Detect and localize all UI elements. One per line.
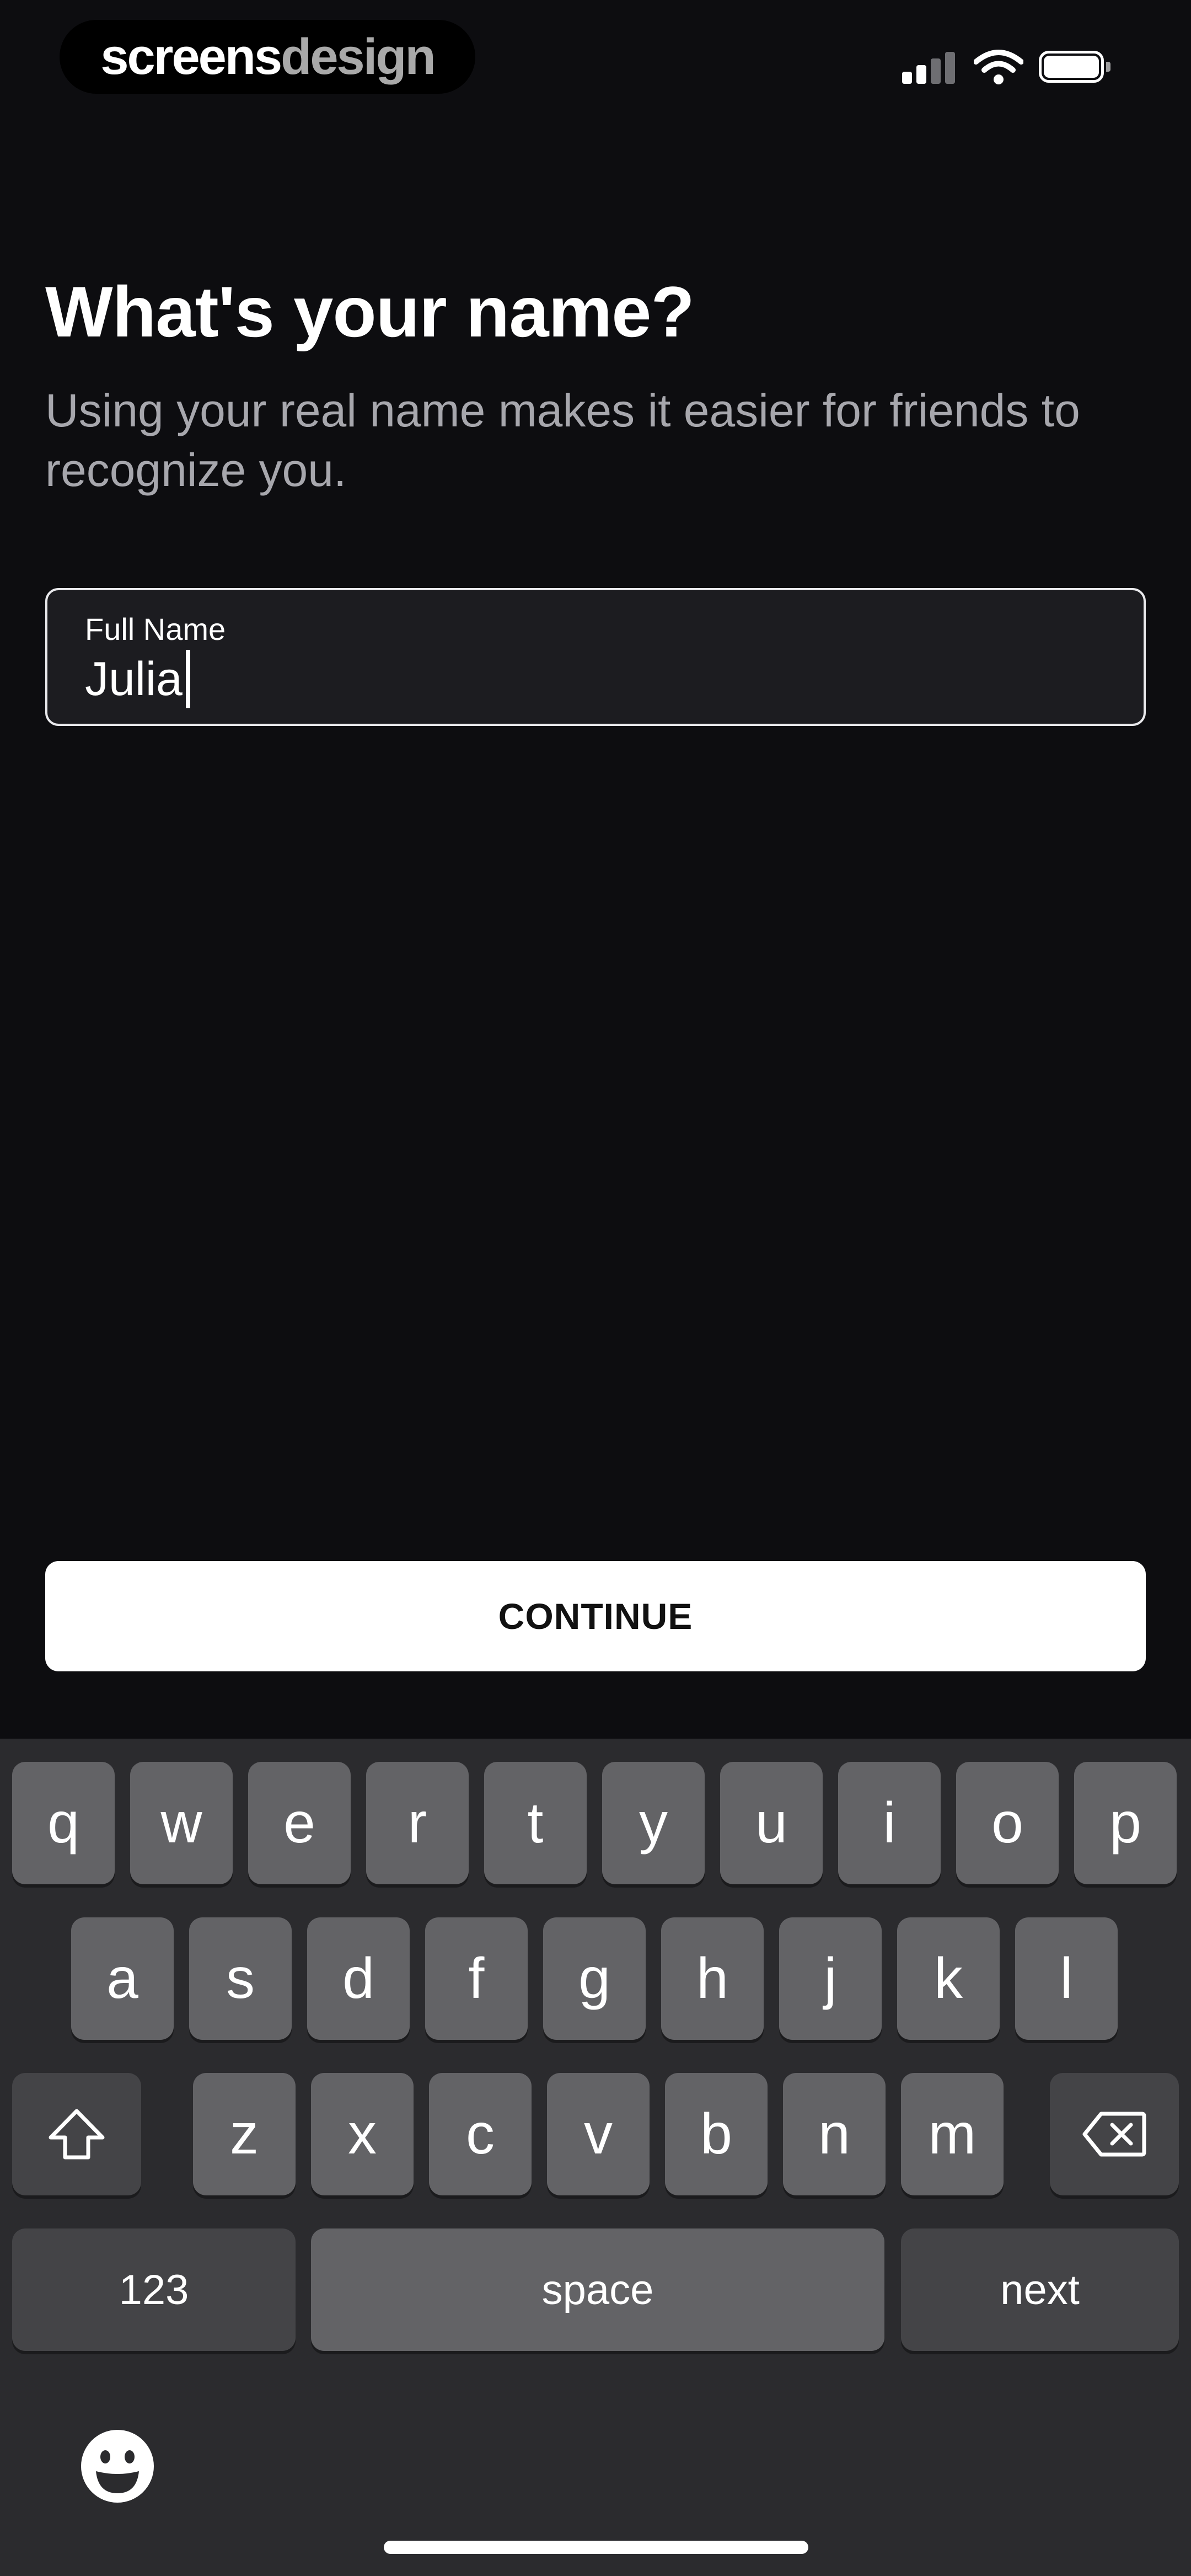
- key-g[interactable]: g: [543, 1917, 646, 2040]
- key-x[interactable]: x: [311, 2073, 414, 2195]
- key-a[interactable]: a: [71, 1917, 174, 2040]
- key-n[interactable]: n: [783, 2073, 886, 2195]
- key-c[interactable]: c: [429, 2073, 532, 2195]
- key-j[interactable]: j: [779, 1917, 882, 2040]
- key-e[interactable]: e: [248, 1762, 351, 1884]
- key-h[interactable]: h: [661, 1917, 764, 2040]
- key-u[interactable]: u: [720, 1762, 823, 1884]
- cellular-signal-icon: [902, 51, 957, 84]
- key-l[interactable]: l: [1015, 1917, 1118, 2040]
- shift-icon: [49, 2109, 105, 2160]
- backspace-icon: [1082, 2112, 1146, 2157]
- space-key[interactable]: space: [311, 2228, 884, 2351]
- full-name-field[interactable]: Full Name Julia: [45, 588, 1146, 726]
- key-t[interactable]: t: [484, 1762, 587, 1884]
- key-b[interactable]: b: [665, 2073, 768, 2195]
- key-f[interactable]: f: [425, 1917, 528, 2040]
- brand-logo: screens design: [60, 20, 475, 94]
- key-w[interactable]: w: [130, 1762, 233, 1884]
- key-v[interactable]: v: [547, 2073, 650, 2195]
- key-i[interactable]: i: [838, 1762, 941, 1884]
- battery-icon: [1039, 51, 1114, 84]
- key-d[interactable]: d: [307, 1917, 410, 2040]
- page-title: What's your name?: [45, 271, 695, 352]
- text-caret: [185, 650, 190, 708]
- next-key[interactable]: next: [901, 2228, 1179, 2351]
- key-o[interactable]: o: [956, 1762, 1059, 1884]
- key-p[interactable]: p: [1074, 1762, 1177, 1884]
- page-subtitle: Using your real name makes it easier for…: [45, 384, 1080, 496]
- key-s[interactable]: s: [189, 1917, 292, 2040]
- continue-button[interactable]: CONTINUE: [45, 1561, 1146, 1671]
- brand-logo-part2: design: [281, 28, 436, 85]
- key-z[interactable]: z: [193, 2073, 296, 2195]
- numbers-key[interactable]: 123: [12, 2228, 296, 2351]
- full-name-value: Julia: [85, 652, 183, 706]
- key-y[interactable]: y: [602, 1762, 705, 1884]
- wifi-icon: [974, 50, 1023, 84]
- home-indicator: [384, 2541, 808, 2554]
- backspace-key[interactable]: [1050, 2073, 1179, 2195]
- emoji-icon[interactable]: [79, 2428, 155, 2504]
- shift-key[interactable]: [12, 2073, 141, 2195]
- full-name-input[interactable]: Julia: [85, 650, 190, 708]
- brand-logo-part1: screens: [100, 28, 282, 85]
- key-k[interactable]: k: [897, 1917, 1000, 2040]
- key-m[interactable]: m: [901, 2073, 1004, 2195]
- key-q[interactable]: q: [12, 1762, 115, 1884]
- key-r[interactable]: r: [366, 1762, 469, 1884]
- full-name-label: Full Name: [85, 612, 226, 646]
